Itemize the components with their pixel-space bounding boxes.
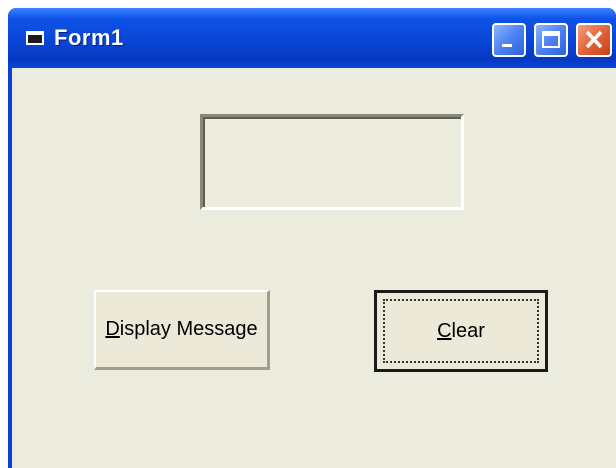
clear-label: Clear <box>437 319 485 342</box>
form-client-area: Display Message Clear <box>12 68 616 468</box>
message-textbox[interactable] <box>200 114 464 210</box>
display-message-button[interactable]: Display Message <box>94 290 270 370</box>
display-message-label: Display Message <box>105 318 258 340</box>
app-icon <box>26 31 44 45</box>
title-bar[interactable]: Form1 <box>8 8 616 68</box>
form1-window: Form1 Display Message Clear <box>8 8 616 468</box>
close-button[interactable] <box>576 23 612 57</box>
clear-button[interactable]: Clear <box>374 290 548 372</box>
minimize-button[interactable] <box>492 23 526 57</box>
window-title: Form1 <box>54 25 124 50</box>
maximize-button[interactable] <box>534 23 568 57</box>
